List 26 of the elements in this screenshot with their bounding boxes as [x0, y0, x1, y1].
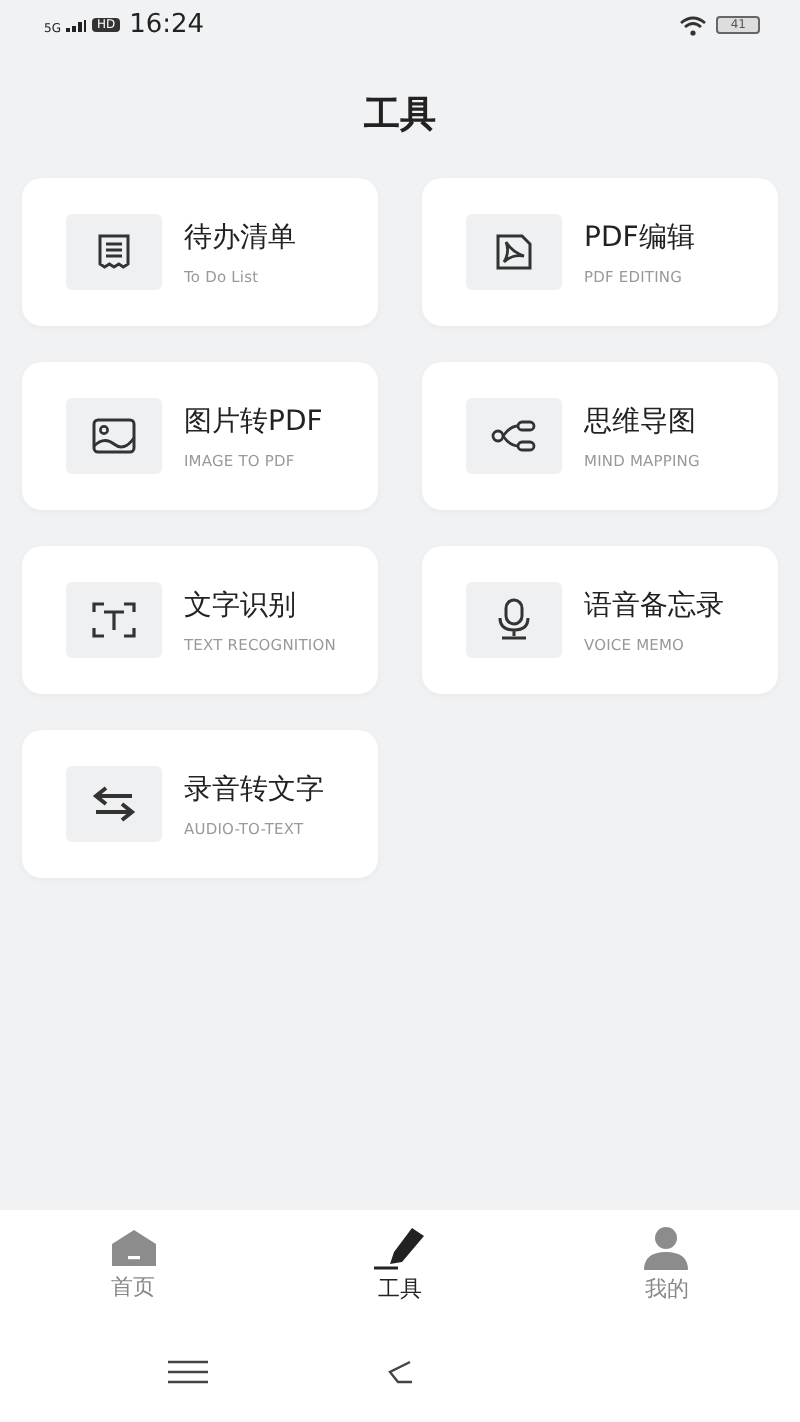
receipt-icon [94, 232, 134, 272]
text-scan-icon [92, 600, 136, 640]
tab-bar-item[interactable]: 我的 [533, 1226, 800, 1304]
swap-arrows-icon [92, 786, 136, 822]
page-title: 工具 [362, 92, 438, 140]
tool-title: 待办清单 [184, 219, 296, 255]
back-icon[interactable] [385, 1359, 414, 1383]
image-icon [92, 418, 136, 454]
pen-icon [373, 1226, 426, 1270]
tab-bar-item[interactable]: 首页 [0, 1228, 267, 1302]
tool-title: 语音备忘录 [584, 587, 724, 623]
pdf-file-icon [494, 232, 534, 272]
tool-title: 图片转PDF [184, 403, 323, 439]
microphone-icon [496, 598, 532, 642]
tool-title: 思维导图 [584, 403, 698, 439]
tab-bar-item[interactable]: 工具 [266, 1226, 534, 1304]
mind-map-icon [490, 420, 538, 452]
wifi-icon [680, 15, 707, 35]
tool-title: 文字识别 [184, 587, 298, 623]
tool-title: PDF编辑 [584, 219, 695, 255]
tool-title: 录音转文字 [184, 771, 324, 807]
signal-icon [66, 19, 87, 31]
home-icon [109, 1228, 158, 1268]
person-icon [642, 1226, 691, 1270]
menu-icon[interactable] [168, 1359, 209, 1383]
status-time: 16:24 [129, 10, 205, 40]
